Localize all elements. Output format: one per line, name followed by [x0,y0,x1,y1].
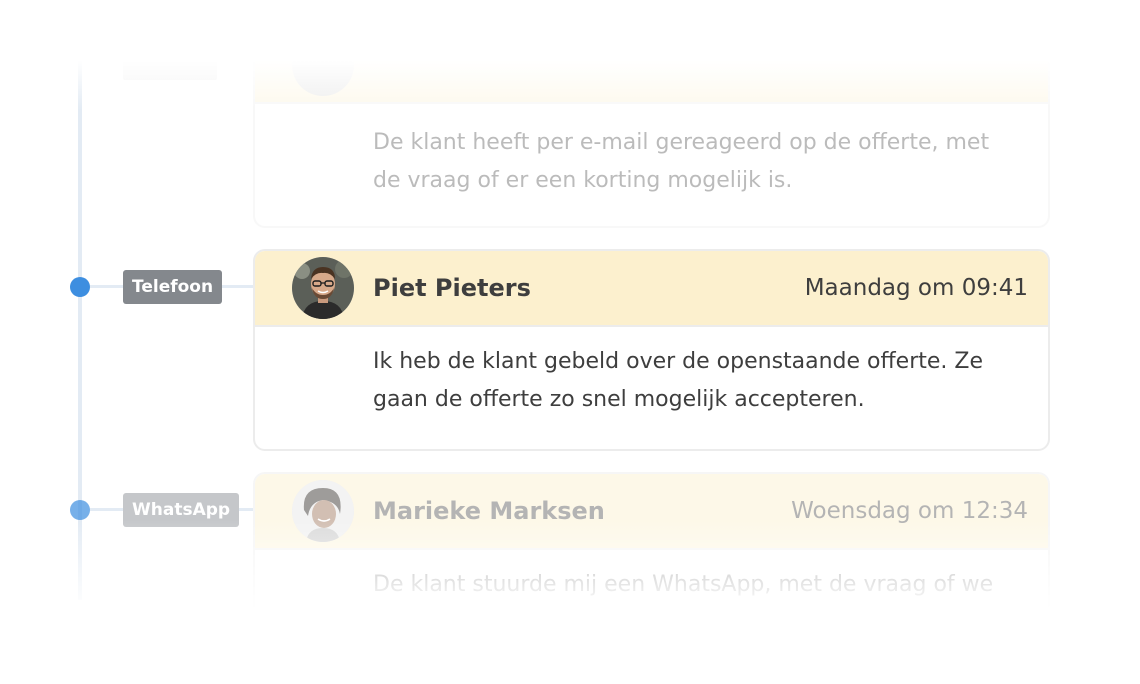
avatar-marieke-marksen [292,480,354,542]
timeline-tag-placeholder [123,60,217,80]
activity-card-header: Marieke Marksen Woensdag om 12:34 [255,474,1048,550]
activity-author-name: Piet Pieters [373,274,531,302]
activity-card-email[interactable]: De klant heeft per e-mail gereageerd op … [253,20,1050,228]
activity-card-header [255,22,1048,104]
activity-card-header: Piet Pieters Maandag om 09:41 [255,251,1048,327]
channel-tag-whatsapp: WhatsApp [123,493,240,527]
timeline-connector [217,285,253,288]
activity-timestamp: Woensdag om 12:34 [791,498,1028,524]
timeline-dot [70,500,90,520]
timeline-connector [90,285,123,288]
channel-tag-telefoon: Telefoon [123,270,223,304]
activity-message: De klant heeft per e-mail gereageerd op … [373,130,990,193]
activity-message: De klant stuurde mij een WhatsApp, met d… [373,572,994,597]
activity-author-name: Marieke Marksen [373,497,605,525]
activity-card-telefoon[interactable]: Piet Pieters Maandag om 09:41 Ik heb de … [253,249,1050,451]
activity-card-whatsapp[interactable]: Marieke Marksen Woensdag om 12:34 De kla… [253,472,1050,662]
timeline-connector [90,508,123,511]
activity-timestamp: Maandag om 09:41 [804,275,1028,301]
activity-message: Ik heb de klant gebeld over de openstaan… [373,349,984,412]
timeline-dot [70,277,90,297]
avatar-piet-pieters [292,257,354,319]
avatar [292,34,354,96]
